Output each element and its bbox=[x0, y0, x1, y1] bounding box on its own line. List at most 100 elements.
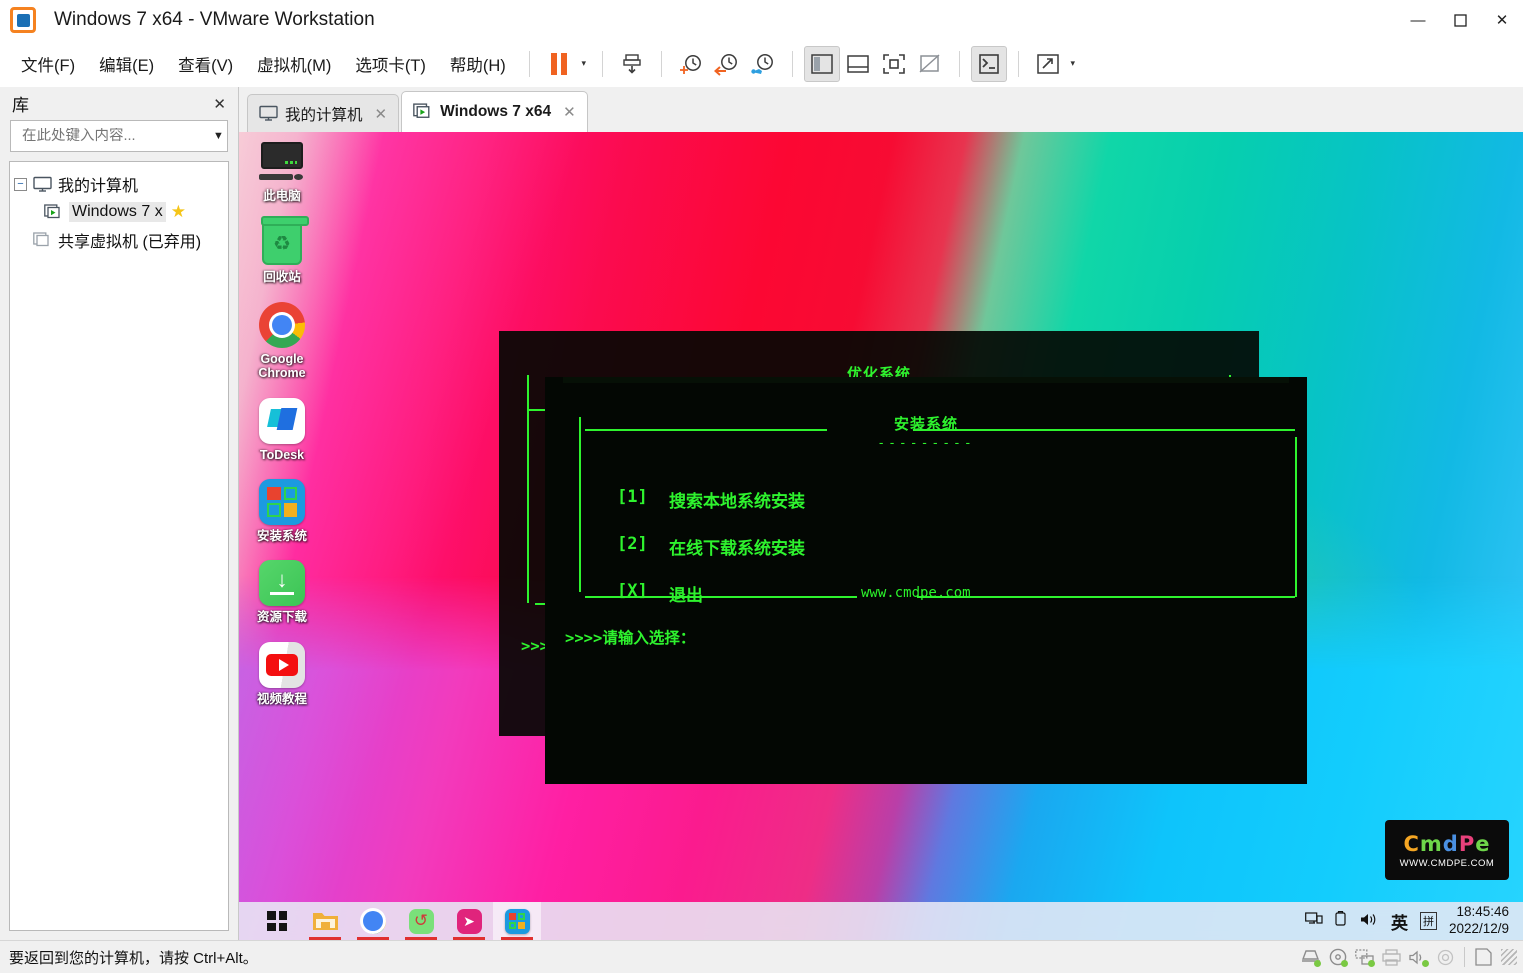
taskbar-sync[interactable]: ↺ bbox=[397, 902, 445, 940]
snapshot-manager-icon bbox=[623, 53, 641, 74]
install-system-console-window[interactable]: 安装系统 --------- [1] 搜索本地系统安装 [2] 在线下载系统安装… bbox=[545, 377, 1307, 784]
maximize-button[interactable] bbox=[1439, 0, 1481, 40]
console-menu-item-2[interactable]: [2] 在线下载系统安装 bbox=[555, 534, 1297, 559]
volume-icon[interactable] bbox=[1360, 912, 1379, 931]
install-system-icon bbox=[504, 908, 530, 934]
status-sound[interactable] bbox=[1406, 946, 1431, 968]
revert-snapshot-button[interactable] bbox=[709, 46, 745, 82]
tab-close-icon[interactable]: ✕ bbox=[375, 105, 388, 123]
tab-bar: 我的计算机 ✕ Windows 7 x64 ✕ bbox=[239, 87, 1523, 132]
show-thumbnail-bar-button[interactable] bbox=[840, 46, 876, 82]
shared-vm-icon bbox=[33, 231, 53, 249]
desktop-icon-label: 安装系统 bbox=[256, 528, 307, 543]
toolbar-separator bbox=[1017, 50, 1019, 77]
tab-my-computer[interactable]: 我的计算机 ✕ bbox=[247, 94, 400, 132]
network-icon[interactable] bbox=[1305, 911, 1323, 931]
minimize-button[interactable]: — bbox=[1397, 0, 1439, 40]
take-snapshot-button[interactable] bbox=[673, 46, 709, 82]
status-floppy[interactable] bbox=[1471, 946, 1496, 968]
taskbar-install-system[interactable] bbox=[493, 902, 541, 940]
ime-mode-indicator[interactable]: 拼 bbox=[1419, 912, 1437, 930]
menu-edit[interactable]: 编辑(E) bbox=[90, 48, 163, 80]
collapse-expander-icon[interactable]: − bbox=[14, 177, 27, 191]
taskbar-chrome[interactable] bbox=[349, 902, 397, 940]
menu-tabs[interactable]: 选项卡(T) bbox=[346, 48, 435, 80]
vm-guest-screen[interactable]: 此电脑 ♻ 回收站 Google Chrome ToDesk 安装系统 ↓ 资源… bbox=[239, 132, 1523, 940]
cmdpe-letter: m bbox=[1419, 831, 1443, 856]
tree-item-my-computer[interactable]: − 我的计算机 bbox=[14, 170, 224, 198]
taskbar-telegram[interactable]: ➤ bbox=[445, 902, 493, 940]
menu-help[interactable]: 帮助(H) bbox=[441, 48, 515, 80]
menu-file[interactable]: 文件(F) bbox=[12, 48, 84, 80]
clock-date: 2022/12/9 bbox=[1448, 921, 1509, 936]
library-search-box[interactable]: ▼ bbox=[10, 120, 228, 152]
chrome-icon bbox=[258, 301, 306, 349]
desktop-icon-label: 此电脑 bbox=[263, 189, 301, 203]
status-device-icons bbox=[1297, 946, 1523, 968]
status-hard-disk[interactable] bbox=[1298, 946, 1323, 968]
menu-view[interactable]: 查看(V) bbox=[169, 48, 242, 80]
status-cd-dvd[interactable] bbox=[1325, 946, 1350, 968]
favorite-star-icon[interactable]: ★ bbox=[171, 202, 186, 222]
status-network[interactable] bbox=[1352, 946, 1377, 968]
cmdpe-logo-text: CmdPe bbox=[1403, 832, 1490, 856]
console-item-label: 退出 bbox=[669, 586, 703, 606]
desktop-icon-video-tutorial[interactable]: 视频教程 bbox=[245, 641, 319, 706]
right-pane: 我的计算机 ✕ Windows 7 x64 ✕ 此电脑 ♻ 回收站 Google… bbox=[239, 87, 1523, 940]
menu-vm[interactable]: 虚拟机(M) bbox=[248, 48, 340, 80]
desktop-icon-this-pc[interactable]: 此电脑 bbox=[245, 138, 319, 203]
console-rule-bottom-left bbox=[585, 596, 857, 598]
desktop-icon-label: ToDesk bbox=[259, 447, 305, 462]
tab-label: Windows 7 x64 bbox=[440, 103, 552, 120]
connected-indicator bbox=[1368, 960, 1375, 967]
system-tray: 英 拼 18:45:46 2022/12/9 bbox=[1299, 904, 1523, 938]
tree-item-windows-7-x64[interactable]: Windows 7 x ★ bbox=[14, 198, 224, 226]
snapshot-manager-button[interactable] bbox=[614, 46, 650, 82]
monitor-icon bbox=[33, 176, 53, 193]
show-thumbnail-bar-icon bbox=[847, 54, 869, 73]
desktop-icon-download[interactable]: ↓ 资源下载 bbox=[245, 559, 319, 624]
console-view-button[interactable] bbox=[970, 45, 1007, 82]
tab-windows-7-x64[interactable]: Windows 7 x64 ✕ bbox=[401, 91, 588, 132]
ime-language-indicator[interactable]: 英 bbox=[1391, 909, 1408, 934]
stretch-guest-icon bbox=[1037, 53, 1059, 74]
unity-mode-button[interactable] bbox=[912, 46, 948, 82]
tab-close-icon[interactable]: ✕ bbox=[563, 103, 576, 121]
usb-icon[interactable] bbox=[1335, 911, 1348, 931]
desktop-icon-recycle-bin[interactable]: ♻ 回收站 bbox=[245, 216, 319, 284]
desktop-icon-label: Google Chrome bbox=[258, 351, 306, 381]
desktop-icon-install-system[interactable]: 安装系统 bbox=[245, 478, 319, 543]
library-close-icon[interactable]: ✕ bbox=[213, 95, 226, 113]
console-view-icon bbox=[978, 53, 999, 74]
enter-full-screen-button[interactable] bbox=[876, 46, 912, 82]
toolbar-separator bbox=[791, 50, 793, 77]
toolbar-separator bbox=[601, 50, 603, 77]
taskbar-clock[interactable]: 18:45:46 2022/12/9 bbox=[1443, 904, 1515, 938]
console-menu-item-1[interactable]: [1] 搜索本地系统安装 bbox=[555, 487, 1297, 512]
cmdpe-letter: e bbox=[1475, 831, 1491, 856]
start-button[interactable] bbox=[253, 902, 301, 940]
search-dropdown-caret-icon[interactable]: ▼ bbox=[209, 130, 224, 142]
stretch-guest-button[interactable] bbox=[1030, 46, 1066, 82]
search-input[interactable] bbox=[22, 128, 209, 144]
status-camera[interactable] bbox=[1433, 946, 1458, 968]
console-rule-bottom-right bbox=[917, 596, 1295, 598]
console-item-key: [X] bbox=[617, 581, 648, 601]
console-item-label: 在线下载系统安装 bbox=[669, 539, 805, 559]
pause-button[interactable] bbox=[541, 46, 577, 82]
resize-grip[interactable] bbox=[1501, 949, 1517, 965]
status-printer[interactable] bbox=[1379, 946, 1404, 968]
sync-icon: ↺ bbox=[408, 908, 434, 934]
pause-dropdown-caret-icon[interactable]: ▾ bbox=[577, 46, 591, 82]
tree-item-shared-vms[interactable]: 共享虚拟机 (已弃用) bbox=[14, 226, 224, 254]
taskbar-file-explorer[interactable] bbox=[301, 902, 349, 940]
stretch-dropdown-caret-icon[interactable]: ▾ bbox=[1066, 46, 1080, 82]
desktop-icon-chrome[interactable]: Google Chrome bbox=[245, 301, 319, 381]
manage-snapshots-button[interactable] bbox=[745, 46, 781, 82]
desktop-icon-todesk[interactable]: ToDesk bbox=[245, 397, 319, 462]
close-button[interactable]: ✕ bbox=[1481, 0, 1523, 40]
console-rule-top-left bbox=[585, 429, 827, 431]
show-library-button[interactable] bbox=[803, 45, 840, 82]
todesk-icon bbox=[258, 397, 306, 445]
status-separator bbox=[1464, 947, 1465, 967]
